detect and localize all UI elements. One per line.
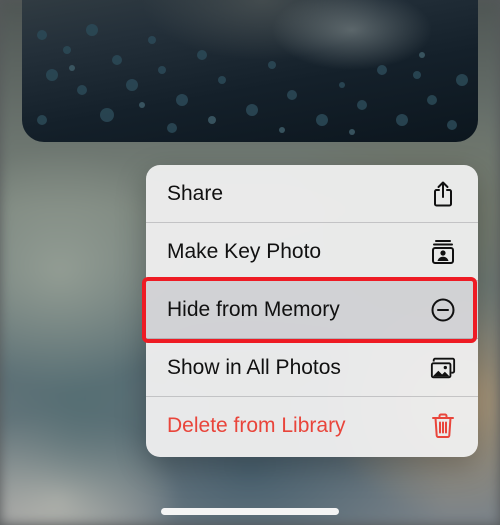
menu-item-make-key-photo[interactable]: Make Key Photo [146, 223, 478, 281]
menu-item-delete-from-library[interactable]: Delete from Library [146, 397, 478, 455]
minus-circle-icon [430, 297, 456, 323]
trash-icon [430, 413, 456, 439]
menu-item-label: Show in All Photos [167, 355, 341, 379]
menu-item-show-in-all-photos[interactable]: Show in All Photos [146, 339, 478, 397]
menu-item-label: Hide from Memory [167, 297, 340, 321]
home-indicator[interactable] [161, 508, 339, 515]
photo-pebbles [37, 24, 468, 135]
menu-item-label: Make Key Photo [167, 239, 322, 263]
menu-item-hide-from-memory[interactable]: Hide from Memory [146, 281, 478, 339]
memory-photo[interactable] [22, 0, 478, 142]
menu-item-share[interactable]: Share [146, 165, 478, 223]
photos-icon [430, 355, 456, 381]
key-photo-icon [430, 239, 456, 265]
menu-item-label: Share [167, 181, 224, 205]
share-icon [430, 181, 456, 207]
context-menu: Share Make Key Photo Hide from Memory Sh… [146, 165, 478, 457]
menu-item-label: Delete from Library [167, 414, 346, 437]
screen: Share Make Key Photo Hide from Memory Sh… [0, 0, 500, 525]
